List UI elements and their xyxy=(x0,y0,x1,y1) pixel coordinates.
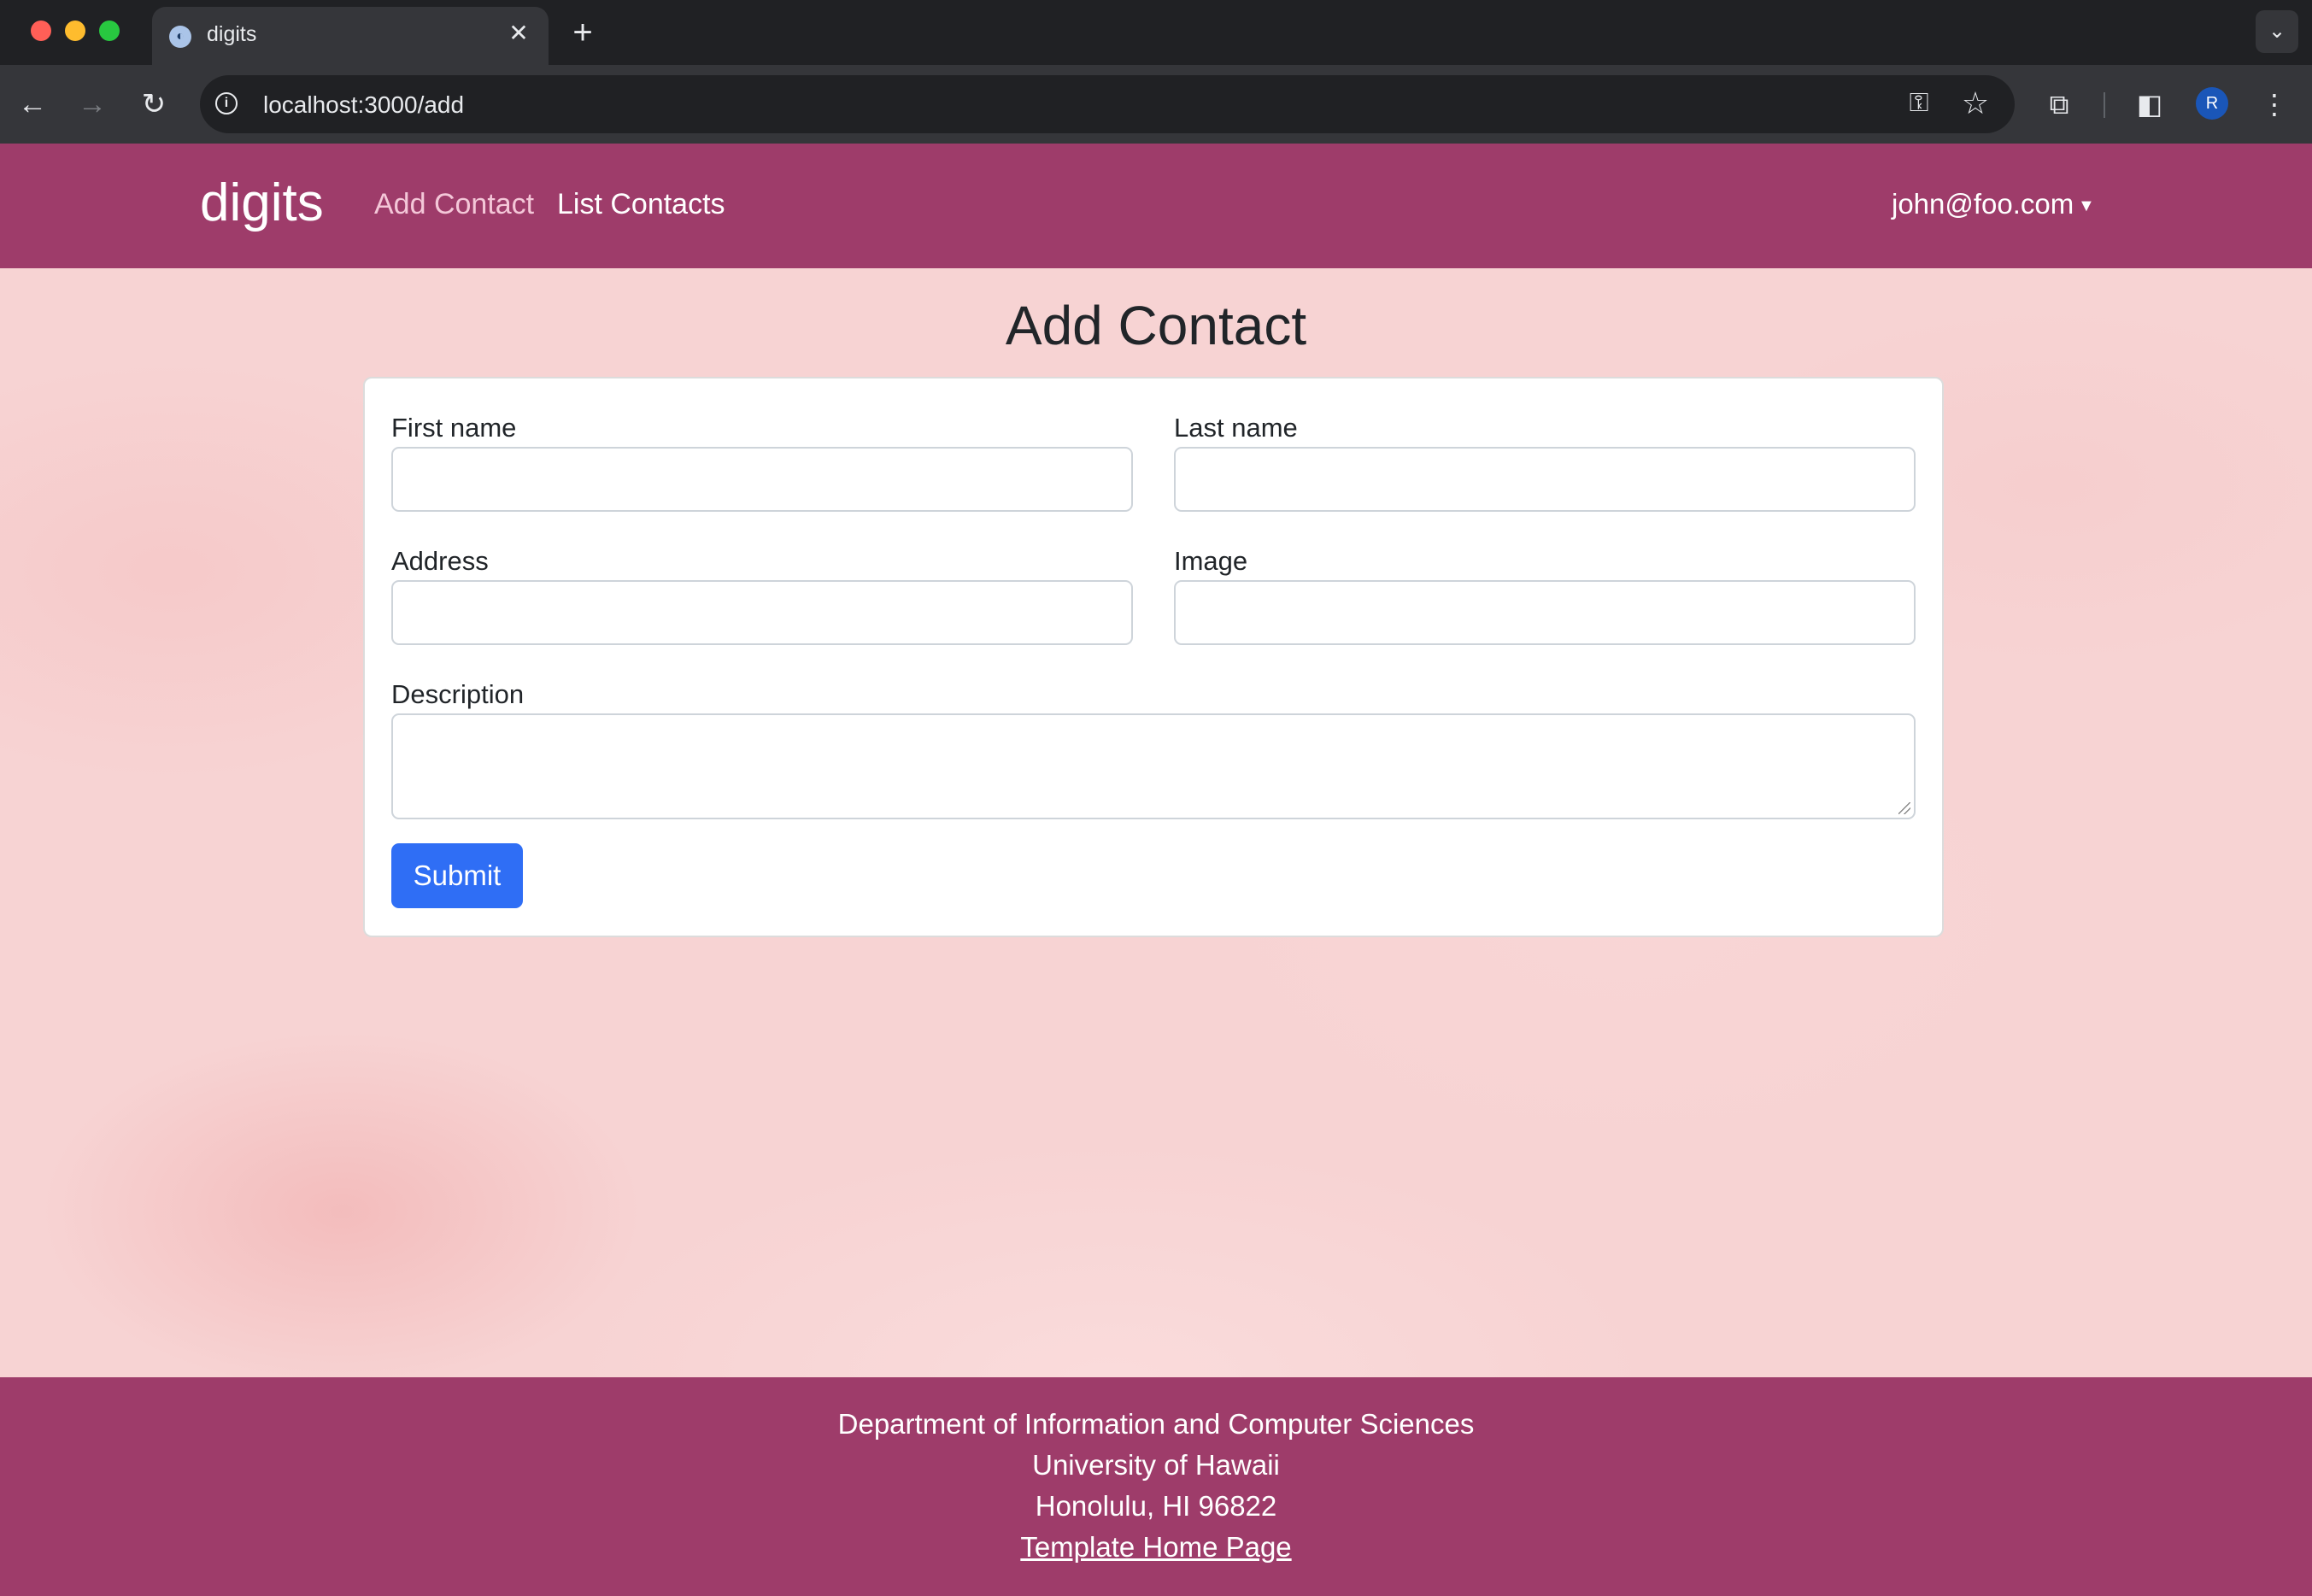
tab-favicon-icon: ◐ xyxy=(169,26,191,48)
window-maximize-button[interactable] xyxy=(99,21,120,41)
more-vertical-icon: ⋮ xyxy=(2261,89,2288,120)
chevron-down-icon: ⌄ xyxy=(2268,20,2286,43)
user-menu-toggle[interactable]: john@foo.com xyxy=(1892,188,2074,220)
submit-button[interactable]: Submit xyxy=(391,843,523,908)
last-name-input[interactable] xyxy=(1174,447,1916,512)
tab-title: digits xyxy=(207,22,257,46)
browser-toolbar: ← → ↻ i localhost:3000/add ⚿ ☆ ⧉ ◧ R ⋮ xyxy=(0,65,2312,144)
address-bar[interactable]: i localhost:3000/add ⚿ ☆ xyxy=(200,75,2015,133)
forward-button[interactable]: → xyxy=(72,84,113,125)
last-name-label: Last name xyxy=(1174,413,1298,443)
key-icon[interactable]: ⚿ xyxy=(1902,89,1936,118)
side-panel-icon: ◧ xyxy=(2136,89,2163,120)
profile-avatar[interactable]: R xyxy=(2196,87,2228,120)
image-label: Image xyxy=(1174,546,1248,576)
reload-icon: ↻ xyxy=(141,88,167,120)
reload-button[interactable]: ↻ xyxy=(133,84,174,125)
footer-link-container: Template Home Page xyxy=(0,1531,2312,1564)
arrow-right-icon: → xyxy=(78,88,107,120)
window-minimize-button[interactable] xyxy=(65,21,85,41)
new-tab-button[interactable]: + xyxy=(564,14,601,51)
image-input[interactable] xyxy=(1174,580,1916,645)
first-name-input[interactable] xyxy=(391,447,1133,512)
nav-link-add-contact[interactable]: Add Contact xyxy=(374,188,534,221)
site-brand[interactable]: digits xyxy=(200,173,324,233)
footer-department: Department of Information and Computer S… xyxy=(837,1408,1475,1440)
side-panel-button[interactable]: ◧ xyxy=(2129,84,2170,125)
address-label: Address xyxy=(391,546,489,576)
browser-tabstrip: ◐ digits ✕ + ⌄ xyxy=(0,0,2312,65)
page-title: Add Contact xyxy=(1005,295,1307,356)
site-navbar: digits Add Contact List Contacts john@fo… xyxy=(0,144,2312,268)
browser-menu-button[interactable]: ⋮ xyxy=(2254,84,2295,125)
site-footer: Department of Information and Computer S… xyxy=(0,1377,2312,1596)
window-close-button[interactable] xyxy=(31,21,51,41)
puzzle-icon: ⧉ xyxy=(2049,89,2069,120)
description-textarea[interactable] xyxy=(391,713,1916,819)
star-icon[interactable]: ☆ xyxy=(1958,85,1992,121)
browser-tab[interactable]: ◐ digits ✕ xyxy=(152,7,549,65)
arrow-left-icon: ← xyxy=(18,88,47,120)
address-url[interactable]: localhost:3000/add xyxy=(263,91,464,119)
tab-close-button[interactable]: ✕ xyxy=(504,19,533,48)
description-label: Description xyxy=(391,679,525,709)
tab-list-button[interactable]: ⌄ xyxy=(2256,10,2298,53)
web-page: digits Add Contact List Contacts john@fo… xyxy=(0,144,2312,1596)
footer-university: University of Hawaii xyxy=(1032,1449,1280,1481)
footer-address: Honolulu, HI 96822 xyxy=(1035,1490,1277,1522)
back-button[interactable]: ← xyxy=(12,84,53,125)
template-home-page-link[interactable]: Template Home Page xyxy=(1020,1531,1291,1563)
address-input[interactable] xyxy=(391,580,1133,645)
first-name-label: First name xyxy=(391,413,517,443)
resize-handle-icon[interactable] xyxy=(1898,802,1910,814)
info-icon[interactable]: i xyxy=(215,92,238,114)
caret-down-icon[interactable]: ▼ xyxy=(2078,197,2095,216)
extensions-button[interactable]: ⧉ xyxy=(2039,84,2080,125)
add-contact-form: First name Last name Address Image Descr… xyxy=(363,377,1944,937)
toolbar-divider xyxy=(2104,92,2105,118)
nav-link-list-contacts[interactable]: List Contacts xyxy=(557,188,725,221)
